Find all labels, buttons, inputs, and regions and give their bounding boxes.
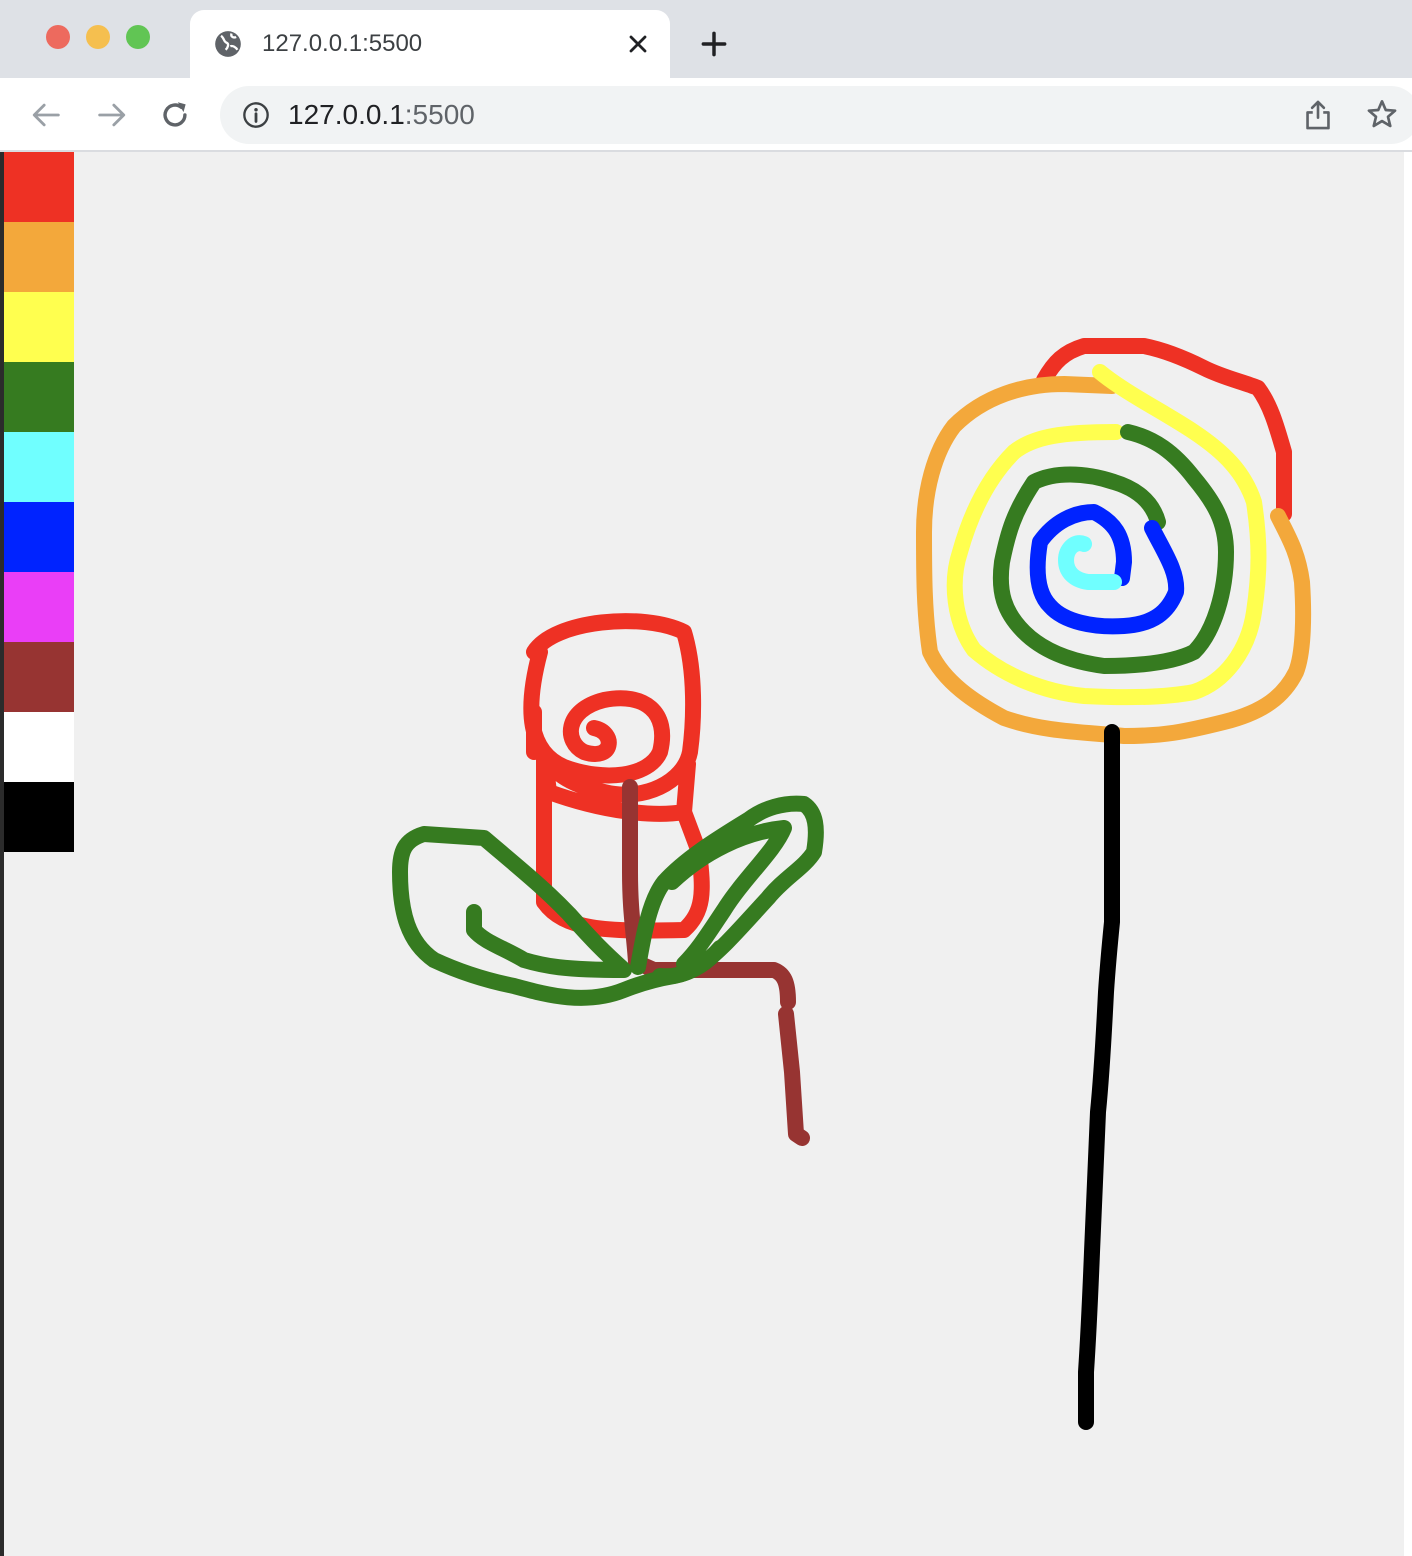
- globe-icon: [215, 31, 241, 57]
- zoom-window-button[interactable]: [126, 25, 150, 49]
- close-icon[interactable]: [624, 30, 652, 58]
- minimize-window-button[interactable]: [86, 25, 110, 49]
- close-window-button[interactable]: [46, 25, 70, 49]
- lollipop-drawing: [916, 338, 1312, 1430]
- info-icon[interactable]: [242, 101, 270, 129]
- drawing-canvas[interactable]: [4, 152, 1404, 1556]
- color-swatch-2[interactable]: [4, 222, 74, 292]
- lollipop-stick-stroke: [1078, 724, 1120, 1430]
- color-palette: [4, 152, 74, 852]
- color-swatch-4[interactable]: [4, 362, 74, 432]
- url-text: 127.0.0.1:5500: [288, 100, 475, 130]
- color-swatch-5[interactable]: [4, 432, 74, 502]
- color-swatch-9[interactable]: [4, 712, 74, 782]
- page-viewport: [4, 152, 1404, 1556]
- url-port: :5500: [404, 99, 475, 130]
- color-swatch-8[interactable]: [4, 642, 74, 712]
- tab-active[interactable]: 127.0.0.1:5500: [190, 10, 670, 78]
- color-swatch-1[interactable]: [4, 152, 74, 222]
- new-tab-icon[interactable]: [698, 28, 730, 60]
- color-swatch-3[interactable]: [4, 292, 74, 362]
- star-icon[interactable]: [1366, 98, 1398, 130]
- swirl-blue-stroke: [1029, 504, 1185, 635]
- color-swatch-6[interactable]: [4, 502, 74, 572]
- forward-arrow-icon[interactable]: [94, 98, 128, 132]
- rose-right-leaf-stroke: [630, 795, 824, 985]
- share-icon[interactable]: [1302, 98, 1334, 132]
- address-bar[interactable]: 127.0.0.1:5500: [220, 86, 1412, 144]
- window-edge: [1404, 152, 1412, 1556]
- reload-icon[interactable]: [158, 98, 192, 132]
- toolbar: 127.0.0.1:5500: [0, 78, 1412, 152]
- back-arrow-icon[interactable]: [30, 98, 64, 132]
- color-swatch-10[interactable]: [4, 782, 74, 852]
- url-host: 127.0.0.1: [288, 99, 405, 130]
- rose-drawing: [392, 613, 824, 1146]
- swirl-cyan-stroke: [1058, 535, 1122, 590]
- color-swatch-7[interactable]: [4, 572, 74, 642]
- tab-title: 127.0.0.1:5500: [262, 30, 423, 57]
- tab-strip: 127.0.0.1:5500: [0, 0, 1412, 78]
